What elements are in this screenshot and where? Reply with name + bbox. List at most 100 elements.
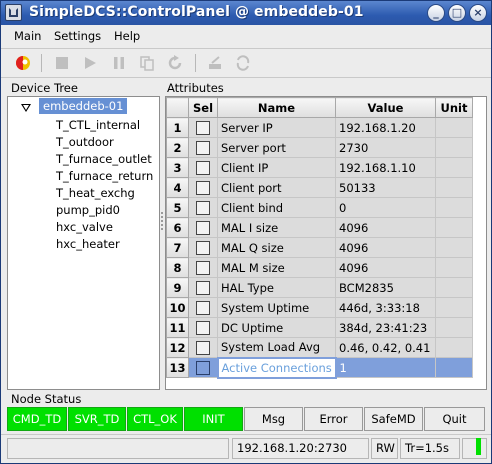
row-select[interactable] [188, 277, 218, 298]
row-select[interactable] [188, 177, 218, 198]
stop-icon[interactable] [54, 55, 70, 71]
attribute-name[interactable]: Client bind [217, 197, 336, 218]
table-row[interactable]: 7 MAL Q size 4096 [166, 237, 473, 258]
tree-node[interactable]: T_furnace_return [56, 169, 153, 183]
attribute-name[interactable]: System Load Avg [217, 337, 336, 358]
tree-node[interactable]: pump_pid0 [56, 203, 120, 217]
select-checkbox[interactable] [196, 260, 210, 275]
attribute-value[interactable]: BCM2835 [335, 277, 436, 298]
row-select[interactable] [188, 337, 218, 358]
attribute-name[interactable]: Client IP [217, 157, 336, 178]
row-select[interactable] [188, 317, 218, 338]
select-checkbox[interactable] [196, 240, 210, 255]
maximize-button[interactable]: □ [448, 4, 466, 22]
row-select[interactable] [188, 257, 218, 278]
refresh-icon[interactable] [167, 55, 183, 71]
attribute-name[interactable]: Client port [217, 177, 336, 198]
attribute-value[interactable]: 4096 [335, 257, 436, 278]
close-button[interactable]: × [469, 4, 487, 22]
header-value[interactable]: Value [335, 97, 436, 118]
select-checkbox[interactable] [196, 300, 210, 315]
attribute-name[interactable]: HAL Type [217, 277, 336, 298]
quit-button[interactable]: Quit [424, 407, 485, 431]
tree-node[interactable]: T_CTL_internal [56, 118, 140, 132]
tree-node[interactable]: hxc_heater [56, 237, 120, 251]
attribute-name[interactable]: MAL I size [217, 217, 336, 238]
table-row[interactable]: 2 Server port 2730 [166, 137, 473, 158]
table-row[interactable]: 6 MAL I size 4096 [166, 217, 473, 238]
status-svr-td[interactable]: SVR_TD [68, 407, 126, 431]
row-select[interactable] [188, 237, 218, 258]
pause-icon[interactable] [111, 55, 127, 71]
attribute-value[interactable]: 384d, 23:41:23 [335, 317, 436, 338]
attribute-value[interactable]: 446d, 3:33:18 [335, 297, 436, 318]
attribute-value[interactable]: 1 [335, 357, 436, 378]
select-checkbox[interactable] [196, 340, 210, 355]
safemd-button[interactable]: SafeMD [364, 407, 423, 431]
row-select[interactable] [188, 217, 218, 238]
table-row[interactable]: 11 DC Uptime 384d, 23:41:23 [166, 317, 473, 338]
tree-node[interactable]: hxc_valve [56, 220, 113, 234]
tree-expand-icon[interactable] [21, 104, 31, 112]
attribute-value[interactable]: 192.168.1.10 [335, 157, 436, 178]
table-row[interactable]: 10 System Uptime 446d, 3:33:18 [166, 297, 473, 318]
tree-node[interactable]: T_furnace_outlet [56, 152, 152, 166]
select-checkbox[interactable] [196, 140, 210, 155]
table-row[interactable]: 3 Client IP 192.168.1.10 [166, 157, 473, 178]
select-checkbox[interactable] [196, 220, 210, 235]
row-select[interactable] [188, 157, 218, 178]
select-checkbox[interactable] [196, 320, 210, 335]
select-checkbox[interactable] [196, 280, 210, 295]
menu-main[interactable]: Main [14, 29, 41, 43]
title-bar[interactable]: SimpleDCS::ControlPanel @ embeddeb-01 _ … [1, 1, 491, 25]
row-select[interactable] [188, 137, 218, 158]
reload-icon[interactable] [235, 55, 251, 71]
table-row[interactable]: 12 System Load Avg 0.46, 0.42, 0.41 [166, 337, 473, 358]
attribute-value[interactable]: 0 [335, 197, 436, 218]
select-checkbox[interactable] [196, 180, 210, 195]
header-unit[interactable]: Unit [435, 97, 473, 118]
attribute-name[interactable]: Active Connections [216, 356, 337, 379]
attribute-name[interactable]: MAL M size [217, 257, 336, 278]
header-sel[interactable]: Sel [188, 97, 218, 118]
play-icon[interactable] [82, 55, 98, 71]
tree-root-node[interactable]: embeddeb-01 [39, 98, 128, 114]
attribute-name[interactable]: Server port [217, 137, 336, 158]
row-select[interactable] [188, 297, 218, 318]
menu-settings[interactable]: Settings [54, 29, 101, 43]
attribute-name[interactable]: DC Uptime [217, 317, 336, 338]
table-row[interactable]: 13 Active Connections 1 [166, 356, 473, 379]
device-tree[interactable]: embeddeb-01 T_CTL_internal T_outdoor T_f… [7, 96, 160, 390]
attribute-name[interactable]: Server IP [217, 117, 336, 138]
tree-node[interactable]: T_heat_exchg [56, 186, 135, 200]
msg-button[interactable]: Msg [244, 407, 303, 431]
attribute-value[interactable]: 192.168.1.20 [335, 117, 436, 138]
select-checkbox[interactable] [196, 200, 210, 215]
menu-help[interactable]: Help [114, 29, 140, 43]
row-select[interactable] [188, 357, 218, 378]
status-ctl-ok[interactable]: CTL_OK [127, 407, 183, 431]
attribute-value[interactable]: 4096 [335, 217, 436, 238]
table-row[interactable]: 8 MAL M size 4096 [166, 257, 473, 278]
row-select[interactable] [188, 197, 218, 218]
minimize-button[interactable]: _ [427, 4, 445, 22]
header-name[interactable]: Name [217, 97, 336, 118]
panel-splitter[interactable] [160, 211, 164, 233]
attribute-value[interactable]: 4096 [335, 237, 436, 258]
table-row[interactable]: 1 Server IP 192.168.1.20 [166, 117, 473, 138]
select-checkbox[interactable] [195, 360, 210, 375]
table-row[interactable]: 4 Client port 50133 [166, 177, 473, 198]
attribute-name[interactable]: System Uptime [217, 297, 336, 318]
attribute-value[interactable]: 2730 [335, 137, 436, 158]
connect-icon[interactable] [15, 55, 31, 71]
select-checkbox[interactable] [196, 120, 210, 135]
edit-icon[interactable] [207, 55, 223, 71]
error-button[interactable]: Error [304, 407, 363, 431]
attribute-value[interactable]: 0.46, 0.42, 0.41 [335, 337, 436, 358]
attribute-value[interactable]: 50133 [335, 177, 436, 198]
status-init[interactable]: INIT [184, 407, 243, 431]
table-row[interactable]: 5 Client bind 0 [166, 197, 473, 218]
attribute-name[interactable]: MAL Q size [217, 237, 336, 258]
select-checkbox[interactable] [196, 160, 210, 175]
status-cmd-td[interactable]: CMD_TD [7, 407, 67, 431]
